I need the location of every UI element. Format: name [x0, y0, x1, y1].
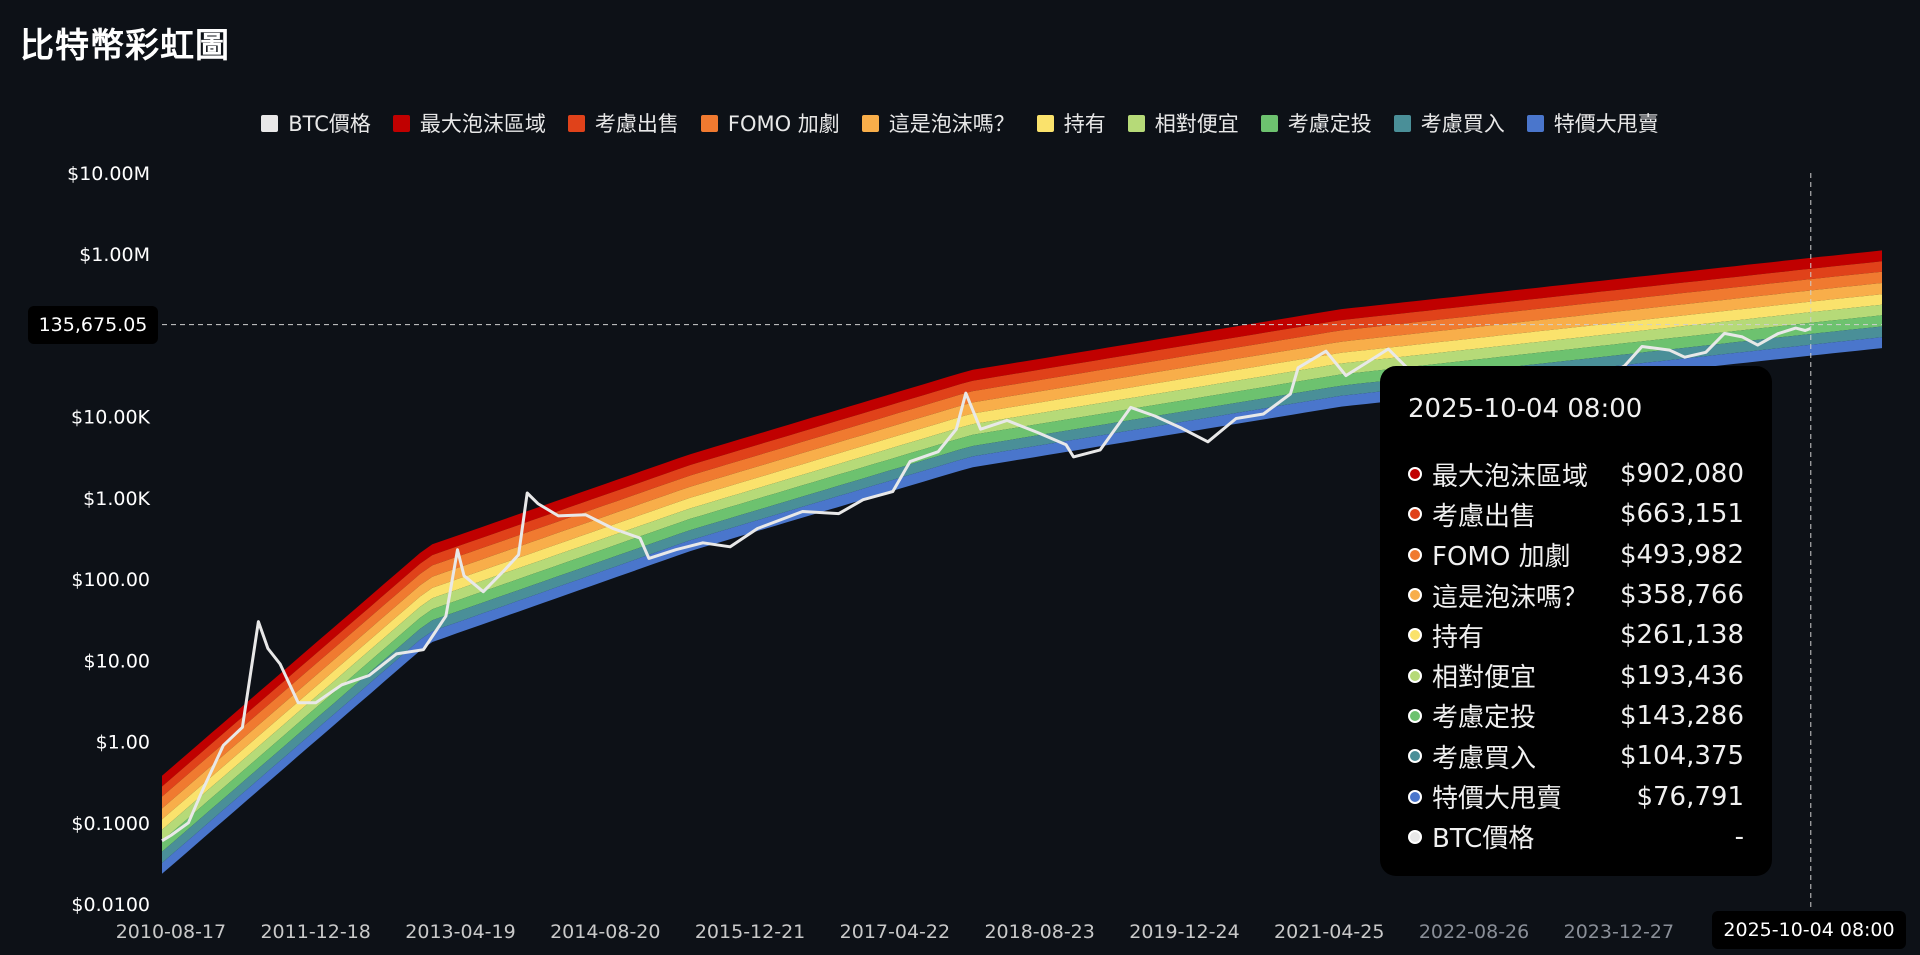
tooltip-row: BTC價格 - [1408, 817, 1744, 857]
tooltip-rows: 最大泡沫區域 $902,080 考慮出售 $663,151 FOMO 加劇 $493,98… [1408, 454, 1744, 857]
tooltip-row: 考慮出售 $663,151 [1408, 494, 1744, 534]
y-tick-label: $10.00K [71, 407, 150, 429]
y-tick-label: $100.00 [71, 569, 150, 591]
tooltip-series-name: 這是泡沫嗎？ [1432, 582, 1589, 613]
x-tick-label: 2013-04-19 [405, 921, 515, 943]
tooltip-dot [1408, 467, 1422, 482]
tooltip-series-name: 最大泡沫區域 [1432, 461, 1589, 492]
tooltip-dot [1408, 547, 1422, 562]
x-tick-label: 2011-12-18 [260, 921, 370, 943]
crosshair-price-label: 135,675.05 [28, 306, 158, 344]
tooltip-series-name: 考慮買入 [1432, 743, 1537, 774]
x-tick-label: 2018-08-23 [984, 921, 1094, 943]
tooltip-dot [1408, 829, 1422, 844]
x-tick-label: 2017-04-22 [840, 921, 950, 943]
tooltip-series-value: $261,138 [1619, 620, 1744, 651]
x-tick-label: 2021-04-25 [1274, 921, 1384, 943]
crosshair-date-label: 2025-10-04 08:00 [1712, 911, 1906, 949]
tooltip-dot [1408, 628, 1422, 643]
y-tick-label: $1.00K [83, 488, 150, 510]
x-tick-label: 2014-08-20 [550, 921, 660, 943]
tooltip-dot [1408, 507, 1422, 522]
y-tick-label: $1.00 [96, 732, 150, 754]
tooltip-series-name: 相對便宜 [1432, 663, 1537, 694]
tooltip-dot [1408, 749, 1422, 764]
x-tick-label: 2019-12-24 [1129, 921, 1239, 943]
tooltip-series-value: $902,080 [1619, 459, 1744, 490]
tooltip-series-value: $104,375 [1619, 741, 1744, 772]
tooltip-series-value: - [1734, 821, 1744, 852]
tooltip-series-name: 特價大甩賣 [1432, 784, 1563, 815]
y-tick-label: $10.00 [84, 650, 150, 672]
x-tick-label: 2022-08-26 [1419, 921, 1529, 943]
tooltip-series-name: 考慮定投 [1432, 703, 1537, 734]
x-tick-label: 2023-12-27 [1564, 921, 1674, 943]
y-tick-label: $1.00M [79, 244, 150, 266]
tooltip-series-name: FOMO 加劇 [1432, 542, 1571, 573]
tooltip-series-name: BTC價格 [1432, 824, 1535, 855]
tooltip-row: 特價大甩賣 $76,791 [1408, 776, 1744, 816]
tooltip-series-value: $358,766 [1619, 580, 1744, 611]
tooltip-row: 考慮定投 $143,286 [1408, 696, 1744, 736]
tooltip-series-name: 考慮出售 [1432, 501, 1537, 532]
tooltip-series-value: $143,286 [1619, 700, 1744, 731]
tooltip-series-name: 持有 [1432, 622, 1485, 653]
tooltip-dot [1408, 789, 1422, 804]
x-tick-label: 2010-08-17 [116, 921, 226, 943]
tooltip-dot [1408, 588, 1422, 603]
tooltip-row: FOMO 加劇 $493,982 [1408, 535, 1744, 575]
tooltip-series-value: $493,982 [1619, 539, 1744, 570]
tooltip-row: 最大泡沫區域 $902,080 [1408, 454, 1744, 494]
tooltip-dot [1408, 668, 1422, 683]
y-tick-label: $0.0100 [71, 894, 150, 916]
x-tick-label: 2015-12-21 [695, 921, 805, 943]
tooltip-series-value: $193,436 [1619, 660, 1744, 691]
tooltip-row: 相對便宜 $193,436 [1408, 655, 1744, 695]
tooltip-row: 持有 $261,138 [1408, 615, 1744, 655]
tooltip-date: 2025-10-04 08:00 [1408, 394, 1643, 424]
y-tick-label: $0.1000 [71, 813, 150, 835]
tooltip-row: 考慮買入 $104,375 [1408, 736, 1744, 776]
tooltip-dot [1408, 708, 1422, 723]
chart-tooltip: 2025-10-04 08:00 最大泡沫區域 $902,080 考慮出售 $663,… [1380, 366, 1772, 876]
rainbow-chart-app: 比特幣彩虹圖 BTC價格 最大泡沫區域 考慮出售 FOMO 加劇 這是泡沫嗎？ 持有 相對便… [0, 0, 1920, 955]
tooltip-series-value: $663,151 [1619, 499, 1744, 530]
tooltip-row: 這是泡沫嗎？ $358,766 [1408, 575, 1744, 615]
y-tick-label: $10.00M [67, 163, 150, 185]
tooltip-series-value: $76,791 [1636, 781, 1744, 812]
